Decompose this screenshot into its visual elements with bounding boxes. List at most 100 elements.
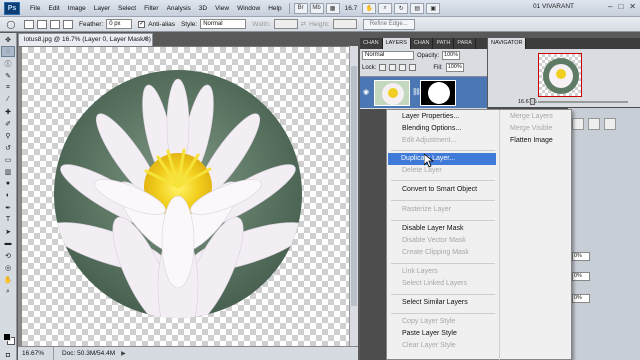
tab-layers[interactable]: LAYERS — [382, 38, 411, 49]
move-tool-icon[interactable]: ✥ — [1, 34, 15, 45]
navigator-preview[interactable] — [538, 53, 582, 97]
menu-item-link-layers[interactable]: Link Layers — [389, 266, 495, 278]
lock-transparent-icon[interactable] — [379, 64, 387, 71]
quick-selection-tool-icon[interactable]: ✎ — [1, 70, 15, 81]
fill-input[interactable]: 100% — [445, 63, 464, 72]
gradient-tool-icon[interactable]: ▥ — [1, 166, 15, 177]
style-select[interactable]: Normal — [200, 19, 247, 29]
menu-filter[interactable]: Filter — [140, 5, 162, 12]
rotate-view-icon[interactable]: ↻ — [394, 2, 409, 14]
menu-edit[interactable]: Edit — [44, 5, 63, 12]
healing-tool-icon[interactable]: ✚ — [1, 106, 15, 117]
quick-mask-icon[interactable]: ◘ — [1, 350, 15, 360]
foreground-color-swatch[interactable] — [3, 333, 11, 341]
width-input[interactable] — [273, 19, 298, 29]
new-selection-icon[interactable] — [24, 19, 34, 29]
blend-mode-select[interactable]: Normal — [362, 51, 414, 60]
adjustment-icon[interactable] — [588, 118, 600, 130]
menu-analysis[interactable]: Analysis — [163, 5, 195, 12]
close-icon[interactable]: ✕ — [629, 2, 636, 11]
scrollbar-thumb[interactable] — [351, 66, 357, 306]
status-zoom[interactable]: 16.67% — [18, 347, 54, 360]
workspace-switcher[interactable]: 01 VIVARANT — [533, 3, 574, 10]
dodge-tool-icon[interactable]: ◐ — [1, 190, 15, 201]
tab-channels[interactable]: CHAN — [411, 38, 434, 49]
menu-item-delete-layer[interactable]: Delete Layer — [389, 165, 495, 177]
lock-position-icon[interactable] — [399, 64, 407, 71]
tab-paths[interactable]: PATH — [433, 38, 455, 49]
menu-item-select-linked-layers[interactable]: Select Linked Layers — [389, 278, 495, 290]
navigator-slider-knob[interactable] — [530, 98, 535, 105]
screen-mode-icon[interactable]: ▣ — [426, 2, 441, 14]
vertical-scrollbar[interactable] — [349, 46, 358, 346]
lock-all-icon[interactable] — [409, 64, 417, 71]
menu-item-merge-visible[interactable]: Merge Visible — [510, 123, 552, 135]
arrange-docs-icon[interactable]: ▤ — [410, 2, 425, 14]
pen-tool-icon[interactable]: ✒ — [1, 202, 15, 213]
side-field-1[interactable]: 0% — [572, 252, 590, 261]
lasso-tool-icon[interactable]: ⓛ — [1, 58, 15, 69]
elliptical-marquee-icon[interactable]: ◯ — [4, 19, 18, 29]
tab-navigator[interactable]: NAVIGATOR — [488, 38, 527, 49]
menu-item-create-clipping-mask[interactable]: Create Clipping Mask — [389, 247, 495, 259]
brush-tool-icon[interactable]: ✐ — [1, 118, 15, 129]
menu-item-edit-adjustment[interactable]: Edit Adjustment... — [389, 135, 495, 147]
blur-tool-icon[interactable]: ● — [1, 178, 15, 189]
zoom-level[interactable]: 16.7 — [345, 5, 358, 12]
layer-thumbnail[interactable] — [374, 80, 410, 106]
tab-paragraph[interactable]: PARA — [454, 38, 476, 49]
feather-input[interactable]: 0 px — [106, 19, 133, 29]
menu-image[interactable]: Image — [64, 5, 90, 12]
menu-item-blending-options[interactable]: Blending Options... — [389, 123, 495, 135]
document-tab[interactable]: lotus8.jpg @ 16.7% (Layer 0, Layer Mask/… — [18, 33, 153, 55]
type-tool-icon[interactable]: T — [1, 214, 15, 225]
menu-select[interactable]: Select — [114, 5, 140, 12]
adjustment-icon[interactable] — [604, 118, 616, 130]
hand-tool-icon[interactable]: ✋ — [1, 274, 15, 285]
menu-item-disable-vector-mask[interactable]: Disable Vector Mask — [389, 235, 495, 247]
document-canvas[interactable] — [18, 46, 358, 346]
side-field-2[interactable]: 0% — [572, 272, 590, 281]
3d-orbit-tool-icon[interactable]: ◎ — [1, 262, 15, 273]
menu-item-clear-layer-style[interactable]: Clear Layer Style — [389, 340, 495, 352]
menu-item-flatten-image[interactable]: Flatten Image — [510, 135, 553, 147]
menu-view[interactable]: View — [211, 5, 233, 12]
lock-pixels-icon[interactable] — [389, 64, 397, 71]
menu-item-merge-layers[interactable]: Merge Layers — [510, 111, 553, 123]
add-selection-icon[interactable] — [37, 19, 47, 29]
menu-file[interactable]: File — [26, 5, 44, 12]
menu-item-convert-smart-object[interactable]: Convert to Smart Object — [389, 184, 495, 196]
menu-item-disable-layer-mask[interactable]: Disable Layer Mask — [389, 223, 495, 235]
3d-rotate-tool-icon[interactable]: ⟲ — [1, 250, 15, 261]
eyedropper-tool-icon[interactable]: ⁄ — [1, 94, 15, 105]
shape-tool-icon[interactable]: ▬ — [1, 238, 15, 249]
mini-bridge-icon[interactable]: Mb — [309, 2, 324, 14]
view-extras-icon[interactable]: ▦ — [325, 2, 340, 14]
height-input[interactable] — [332, 19, 357, 29]
history-brush-tool-icon[interactable]: ↺ — [1, 142, 15, 153]
menu-item-rasterize-layer[interactable]: Rasterize Layer — [389, 204, 495, 216]
layer-row-selected[interactable]: ◉ ⛓ — [360, 76, 487, 108]
menu-layer[interactable]: Layer — [90, 5, 114, 12]
menu-item-select-similar-layers[interactable]: Select Similar Layers — [389, 297, 495, 309]
marquee-tool-icon[interactable]: ◌ — [1, 46, 15, 57]
antialias-checkbox[interactable]: ✓ — [138, 20, 146, 28]
side-field-3[interactable]: 0% — [572, 294, 590, 303]
swap-icon[interactable]: ⇄ — [301, 20, 306, 28]
eye-icon[interactable]: ◉ — [363, 88, 369, 96]
subtract-selection-icon[interactable] — [50, 19, 60, 29]
close-icon[interactable]: × — [144, 34, 148, 46]
navigator-zoom-slider[interactable] — [538, 101, 628, 103]
zoom-tool-icon[interactable]: ⌕ — [1, 286, 15, 297]
zoom-tool-icon[interactable]: ⌕ — [378, 2, 393, 14]
menu-window[interactable]: Window — [233, 5, 264, 12]
minimize-icon[interactable]: – — [608, 2, 612, 11]
status-menu-icon[interactable]: ▶ — [121, 350, 126, 357]
menu-3d[interactable]: 3D — [195, 5, 211, 12]
layer-mask-thumbnail[interactable] — [420, 80, 456, 106]
path-selection-tool-icon[interactable]: ➤ — [1, 226, 15, 237]
menu-item-duplicate-layer[interactable]: Duplicate Layer... — [388, 153, 496, 165]
tab-channels-mini[interactable]: CHAN — [360, 38, 383, 49]
maximize-icon[interactable]: □ — [618, 2, 623, 11]
menu-item-paste-layer-style[interactable]: Paste Layer Style — [389, 328, 495, 340]
